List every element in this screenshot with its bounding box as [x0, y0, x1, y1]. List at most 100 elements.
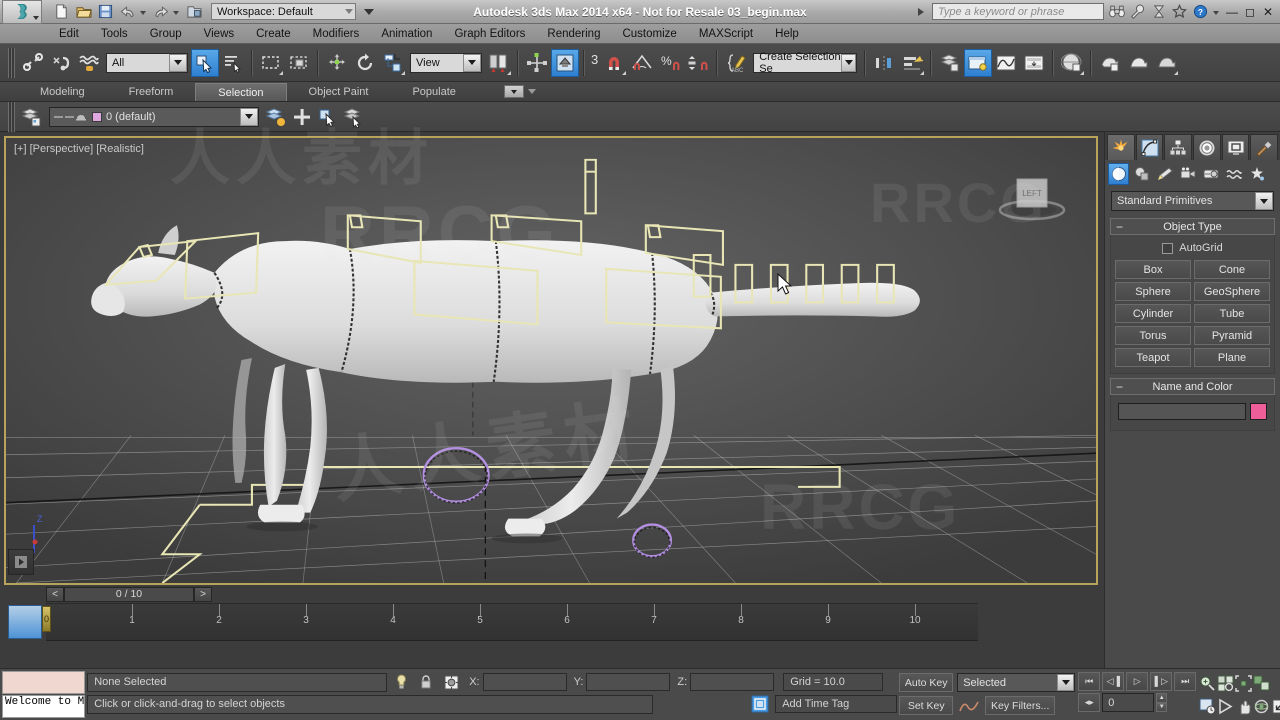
spinner-snap-toggle-icon[interactable] — [684, 49, 712, 77]
schematic-view-icon[interactable] — [1020, 49, 1048, 77]
autogrid-checkbox[interactable] — [1162, 242, 1174, 254]
viewport-label[interactable]: [+] [Perspective] [Realistic] — [14, 143, 144, 155]
render-setup-icon[interactable] — [1096, 49, 1124, 77]
tube-button[interactable]: Tube — [1194, 304, 1270, 323]
menu-customize[interactable]: Customize — [611, 24, 687, 44]
coord-y-field[interactable] — [586, 673, 671, 691]
communication-center-icon[interactable] — [1150, 3, 1167, 20]
add-selection-to-layer-icon[interactable] — [289, 105, 315, 129]
info-center-expand-icon[interactable] — [918, 7, 924, 16]
rendered-frame-window-icon[interactable] — [1124, 49, 1152, 77]
box-button[interactable]: Box — [1115, 260, 1191, 279]
material-editor-icon[interactable] — [1058, 49, 1086, 77]
maximize-button[interactable]: ◻ — [1243, 4, 1257, 20]
animation-playback-toggle[interactable] — [8, 549, 34, 575]
tab-populate[interactable]: Populate — [390, 83, 477, 101]
menu-graph-editors[interactable]: Graph Editors — [443, 24, 536, 44]
snaps-toggle-icon[interactable] — [600, 49, 628, 77]
next-frame-small-button[interactable]: > — [194, 586, 212, 602]
tab-modeling[interactable]: Modeling — [18, 83, 107, 101]
workspace-selector[interactable]: Workspace: Default — [211, 3, 356, 20]
time-ruler[interactable]: 1 2 3 4 5 6 7 8 9 10 0 — [42, 603, 978, 641]
create-tab[interactable] — [1107, 134, 1135, 160]
name-and-color-header[interactable]: − Name and Color — [1110, 378, 1275, 395]
favorites-star-icon[interactable] — [1171, 3, 1188, 20]
lights-subtab[interactable] — [1154, 163, 1175, 185]
open-file-icon[interactable] — [74, 2, 93, 21]
mini-curve-editor-toggle[interactable] — [8, 605, 42, 639]
menu-tools[interactable]: Tools — [90, 24, 139, 44]
select-objects-in-layer-icon[interactable] — [315, 105, 341, 129]
window-crossing-icon[interactable] — [285, 49, 313, 77]
manipulate-axis-icon[interactable] — [523, 49, 551, 77]
menu-animation[interactable]: Animation — [370, 24, 443, 44]
selection-lock-icon[interactable] — [415, 675, 437, 689]
menu-edit[interactable]: Edit — [48, 24, 90, 44]
play-animation-button[interactable]: ▷ — [1126, 672, 1149, 691]
maxscript-output-line[interactable]: Welcome to M — [2, 695, 86, 718]
help-dropdown-icon[interactable] — [1213, 11, 1219, 15]
coord-x-field[interactable] — [482, 673, 567, 691]
orbit-icon[interactable] — [1253, 695, 1270, 717]
coord-z-field[interactable] — [690, 673, 775, 691]
ribbon-display-combo[interactable] — [503, 85, 524, 98]
object-type-header[interactable]: − Object Type — [1110, 218, 1275, 235]
zoom-all-icon[interactable] — [1217, 672, 1234, 694]
current-layer-combo[interactable]: 0 (default) — [49, 106, 259, 127]
autogrid-row[interactable]: AutoGrid — [1115, 239, 1270, 260]
key-mode-combo[interactable]: Selected — [957, 673, 1076, 692]
reference-coordinate-system-combo[interactable]: View — [410, 52, 482, 73]
add-time-tag-icon[interactable] — [748, 695, 772, 713]
unlink-selection-icon[interactable] — [47, 49, 75, 77]
curve-editor-icon[interactable] — [992, 49, 1020, 77]
maximize-viewport-toggle-icon[interactable] — [1271, 695, 1280, 717]
align-flyout-icon[interactable] — [898, 49, 926, 77]
set-key-button[interactable]: Set Key — [899, 696, 954, 715]
menu-modifiers[interactable]: Modifiers — [302, 24, 371, 44]
toggle-scene-explorer-icon[interactable] — [964, 48, 993, 77]
previous-frame-small-button[interactable]: < — [46, 586, 64, 602]
teapot-button[interactable]: Teapot — [1115, 348, 1191, 367]
selection-filter-combo[interactable]: All — [106, 52, 188, 73]
new-file-icon[interactable] — [52, 2, 71, 21]
key-filters-button[interactable]: Key Filters... — [985, 696, 1056, 715]
go-to-start-button[interactable]: ⏮ — [1078, 672, 1101, 691]
primitive-category-combo[interactable]: Standard Primitives — [1111, 191, 1274, 211]
menu-group[interactable]: Group — [139, 24, 193, 44]
set-current-layer-icon[interactable] — [341, 105, 367, 129]
key-mode-toggle-button[interactable]: ◂▸ — [1078, 693, 1101, 712]
modify-tab[interactable] — [1135, 134, 1164, 160]
select-and-scale-icon[interactable] — [379, 49, 407, 77]
perspective-viewport[interactable]: [+] [Perspective] [Realistic] LEFT Z — [4, 136, 1098, 585]
select-and-rotate-icon[interactable] — [351, 49, 379, 77]
named-selection-sets-combo[interactable]: Create Selection Se — [753, 51, 858, 75]
layer-manager-icon[interactable] — [936, 49, 964, 77]
ribbon-chevron-down-icon[interactable] — [527, 89, 536, 94]
geosphere-button[interactable]: GeoSphere — [1194, 282, 1270, 301]
edit-named-selection-sets-icon[interactable]: ABC — [722, 49, 750, 77]
select-and-move-icon[interactable] — [323, 49, 351, 77]
menu-views[interactable]: Views — [193, 24, 245, 44]
render-preview-icon[interactable] — [1199, 695, 1216, 717]
utilities-tab[interactable] — [1250, 134, 1279, 160]
go-to-end-button[interactable]: ⏭ — [1174, 672, 1197, 691]
layer-toolbar-grip[interactable] — [8, 101, 15, 132]
angle-snap-toggle-icon[interactable] — [628, 49, 656, 77]
sphere-button[interactable]: Sphere — [1115, 282, 1191, 301]
zoom-extents-icon[interactable] — [1235, 672, 1252, 694]
percent-snap-toggle-icon[interactable]: % — [656, 49, 684, 77]
isolate-selection-icon[interactable] — [440, 675, 462, 690]
close-button[interactable]: ✕ — [1261, 4, 1275, 20]
workspace-menu-arrow-icon[interactable] — [364, 8, 374, 15]
pyramid-button[interactable]: Pyramid — [1194, 326, 1270, 345]
current-frame-display[interactable]: 0 / 10 — [64, 586, 194, 602]
create-new-layer-icon[interactable] — [263, 105, 289, 129]
object-name-input[interactable] — [1118, 403, 1246, 420]
motion-tab[interactable] — [1193, 134, 1221, 160]
geometry-subtab[interactable] — [1108, 163, 1129, 185]
layer-explorer-icon[interactable] — [19, 105, 45, 129]
frame-spinner[interactable]: ▲ ▼ — [1156, 693, 1168, 712]
select-and-manipulate-icon[interactable] — [551, 48, 579, 77]
menu-help[interactable]: Help — [764, 24, 810, 44]
select-by-name-icon[interactable] — [219, 49, 247, 77]
